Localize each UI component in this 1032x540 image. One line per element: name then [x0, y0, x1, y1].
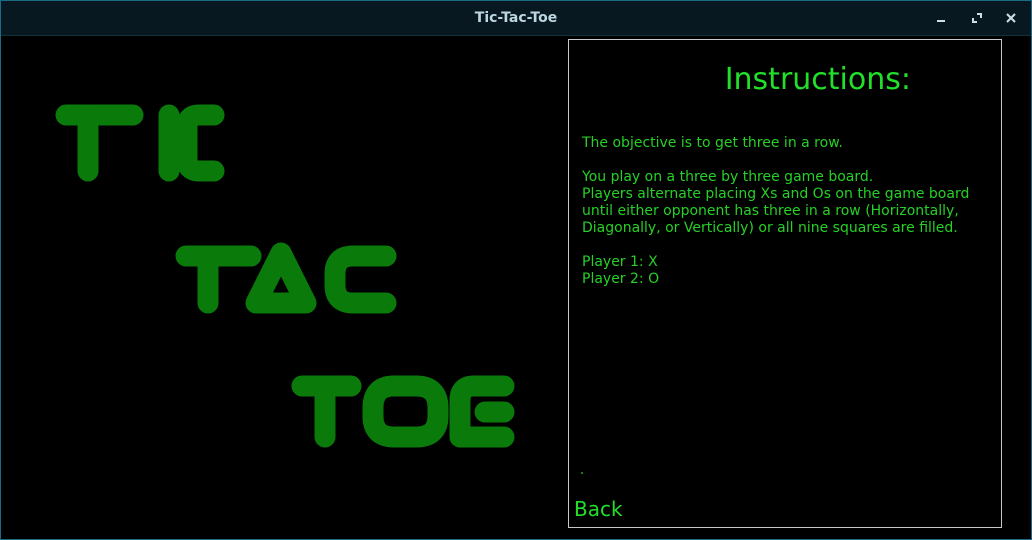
maximize-icon[interactable]: [965, 6, 989, 30]
instruction-line: You play on a three by three game board.: [582, 169, 874, 185]
logo-word-tac: [175, 242, 397, 314]
title-bar[interactable]: Tic-Tac-Toe: [1, 1, 1031, 36]
tic-tac-toe-logo: [55, 104, 515, 448]
logo-word-tic: [55, 104, 225, 182]
instruction-line: until either opponent has three in a row…: [582, 203, 959, 219]
instructions-text: The objective is to get three in a row. …: [582, 135, 992, 288]
instructions-panel: Instructions: The objective is to get th…: [568, 39, 1002, 528]
instruction-line: Players alternate placing Xs and Os on t…: [582, 186, 970, 202]
player-1-line: Player 1: X: [582, 254, 658, 270]
player-2-line: Player 2: O: [582, 271, 660, 287]
close-icon[interactable]: [999, 6, 1023, 30]
logo-word-toe: [291, 375, 515, 448]
back-button[interactable]: Back: [574, 497, 623, 521]
instruction-line: Diagonally, or Vertically) or all nine s…: [582, 220, 958, 236]
marker-dot: [581, 472, 583, 474]
instruction-line: The objective is to get three in a row.: [582, 135, 843, 151]
app-window: Tic-Tac-Toe Instructions: The objective …: [0, 0, 1032, 540]
window-title: Tic-Tac-Toe: [474, 10, 558, 26]
minimize-icon[interactable]: [929, 6, 953, 30]
instructions-heading: Instructions:: [724, 62, 911, 97]
